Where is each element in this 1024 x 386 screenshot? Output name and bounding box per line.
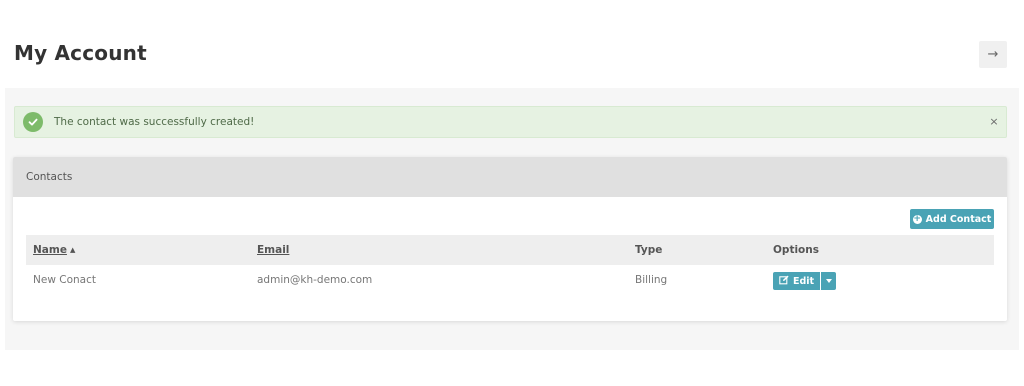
check-circle-icon: [23, 112, 43, 132]
table-header: Name ▲ Email Type Options: [26, 235, 994, 265]
alert-close-button[interactable]: ×: [988, 115, 1000, 129]
cell-name: New Conact: [33, 274, 96, 286]
sort-asc-icon: ▲: [69, 246, 76, 254]
panel-heading: Contacts: [13, 157, 1007, 197]
add-contact-label: Add Contact: [925, 213, 992, 225]
add-contact-button[interactable]: + Add Contact: [910, 209, 994, 229]
table-row: New Conact admin@kh-demo.com Billing Edi…: [26, 265, 994, 295]
arrow-right-icon: →: [987, 47, 999, 62]
cell-type: Billing: [635, 274, 668, 286]
header-arrow-button[interactable]: →: [979, 41, 1007, 68]
edit-label: Edit: [792, 275, 815, 287]
column-header-name-label: Name: [33, 244, 67, 256]
edit-icon: [779, 275, 789, 288]
page-title: My Account: [14, 41, 147, 65]
column-header-name[interactable]: Name ▲: [33, 244, 75, 256]
edit-button[interactable]: Edit: [773, 272, 820, 290]
edit-dropdown-toggle[interactable]: [821, 272, 836, 290]
edit-button-group: Edit: [773, 272, 836, 290]
contacts-table: Name ▲ Email Type Options New Conact admi…: [26, 235, 994, 295]
column-header-options: Options: [773, 244, 819, 256]
panel-title: Contacts: [26, 171, 73, 183]
contacts-panel: Contacts + Add Contact Name ▲ Email Type …: [13, 157, 1007, 321]
success-alert: The contact was successfully created! ×: [14, 106, 1007, 138]
cell-email: admin@kh-demo.com: [257, 274, 373, 286]
plus-circle-icon: +: [912, 213, 922, 224]
column-header-email[interactable]: Email: [257, 244, 289, 256]
alert-message: The contact was successfully created!: [54, 116, 255, 128]
column-header-type: Type: [635, 244, 663, 256]
page-header: My Account →: [0, 0, 1024, 88]
caret-down-icon: [825, 279, 832, 283]
